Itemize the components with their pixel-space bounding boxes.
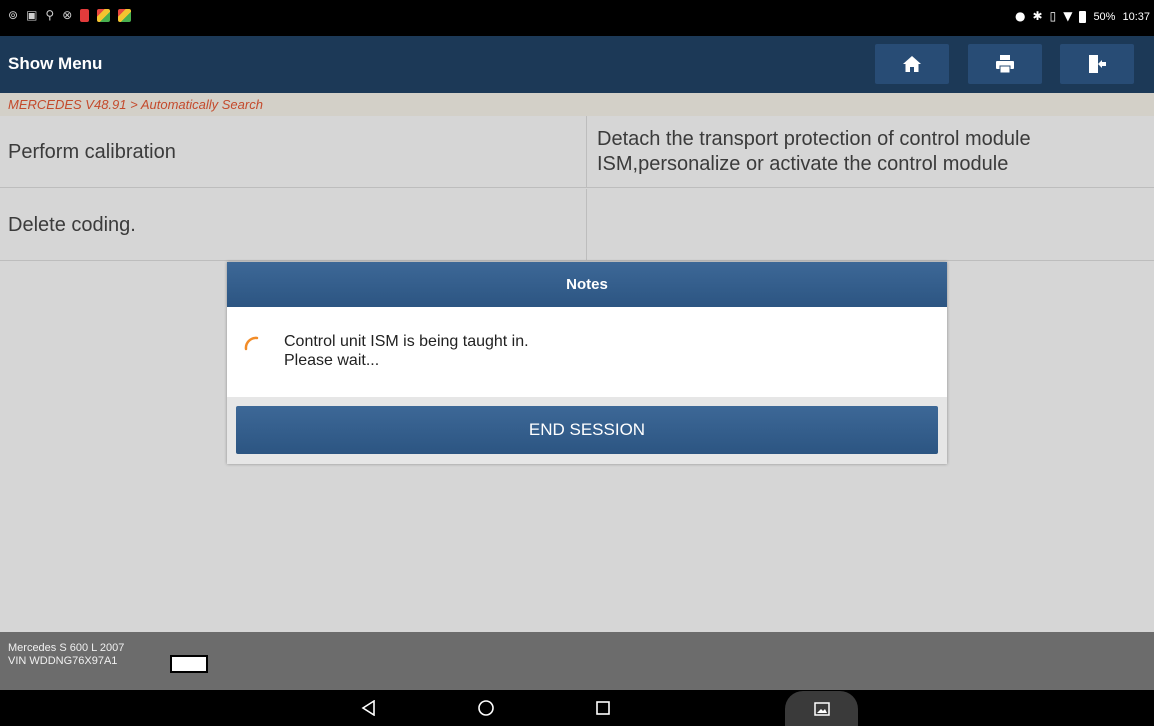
camera-icon: ⊚ (8, 8, 19, 22)
battery-icon (1079, 10, 1087, 23)
vehicle-model: Mercedes S 600 L 2007 (8, 642, 125, 654)
vehicle-info-footer: Mercedes S 600 L 2007 VIN WDDNG76X97A1 (0, 632, 1154, 690)
function-name: Perform calibration (0, 116, 587, 188)
notes-dialog: Notes Control unit ISM is being taught i… (227, 262, 947, 464)
home-button[interactable] (875, 44, 949, 84)
recents-icon (596, 701, 610, 715)
exit-button[interactable] (1060, 44, 1134, 84)
page-title: Show Menu (8, 54, 103, 73)
wifi-icon: ▼ (1063, 9, 1073, 23)
battery-percent: 50% (1093, 10, 1116, 23)
clock: 10:37 (1122, 10, 1150, 23)
dialog-message-line: Control unit ISM is being taught in. (284, 333, 529, 350)
vin-number: VIN WDDNG76X97A1 (8, 655, 118, 667)
bluetooth-icon: ✱ (1032, 9, 1043, 23)
app-notification-icon (118, 9, 132, 22)
battery-warning-icon (80, 9, 90, 22)
screenshot-button[interactable] (785, 691, 858, 726)
table-row[interactable]: Delete coding. (0, 189, 1154, 261)
dialog-title: Notes (227, 262, 947, 307)
usb-icon: ⚲ (45, 8, 55, 22)
home-icon (903, 56, 921, 72)
system-icons: ● ✱ ▯ ▼ 50% 10:37 (1015, 10, 1150, 23)
loading-spinner-icon (244, 336, 259, 351)
print-button[interactable] (968, 44, 1042, 84)
title-bar: Show Menu (0, 36, 1154, 93)
recents-button[interactable] (591, 697, 615, 719)
dialog-message-line: Please wait... (284, 352, 380, 369)
notification-icons: ⊚ ▣ ⚲ ⊗ (8, 8, 132, 22)
home-nav-button[interactable] (474, 697, 498, 719)
dialog-body: Control unit ISM is being taught in. Ple… (227, 307, 947, 397)
bluetooth-off-icon: ⊗ (62, 8, 73, 22)
print-icon (996, 55, 1014, 74)
exit-icon (1089, 55, 1106, 73)
home-circle-icon (478, 700, 494, 716)
location-icon: ● (1015, 9, 1026, 23)
gallery-icon: ▣ (26, 8, 38, 22)
screen: ⊚ ▣ ⚲ ⊗ ● ✱ ▯ ▼ 50% 10:37 Show Menu MERC… (0, 0, 1154, 726)
vin-redaction (170, 655, 208, 673)
function-description (587, 189, 1154, 261)
screenshot-icon (813, 701, 830, 716)
navigation-bar (0, 690, 1154, 726)
back-button[interactable] (357, 697, 381, 719)
status-bar: ⊚ ▣ ⚲ ⊗ ● ✱ ▯ ▼ 50% 10:37 (0, 0, 1154, 36)
vibrate-icon: ▯ (1049, 9, 1057, 23)
function-description: Detach the transport protection of contr… (597, 128, 1031, 175)
table-row[interactable]: Perform calibration Detach the transport… (0, 116, 1154, 188)
dialog-message: Control unit ISM is being taught in. Ple… (284, 332, 529, 370)
function-name: Delete coding. (0, 189, 587, 261)
breadcrumb: MERCEDES V48.91 > Automatically Search (0, 93, 1154, 116)
end-session-button[interactable]: END SESSION (236, 406, 938, 454)
app-notification-icon (97, 9, 111, 22)
back-icon (361, 700, 375, 716)
